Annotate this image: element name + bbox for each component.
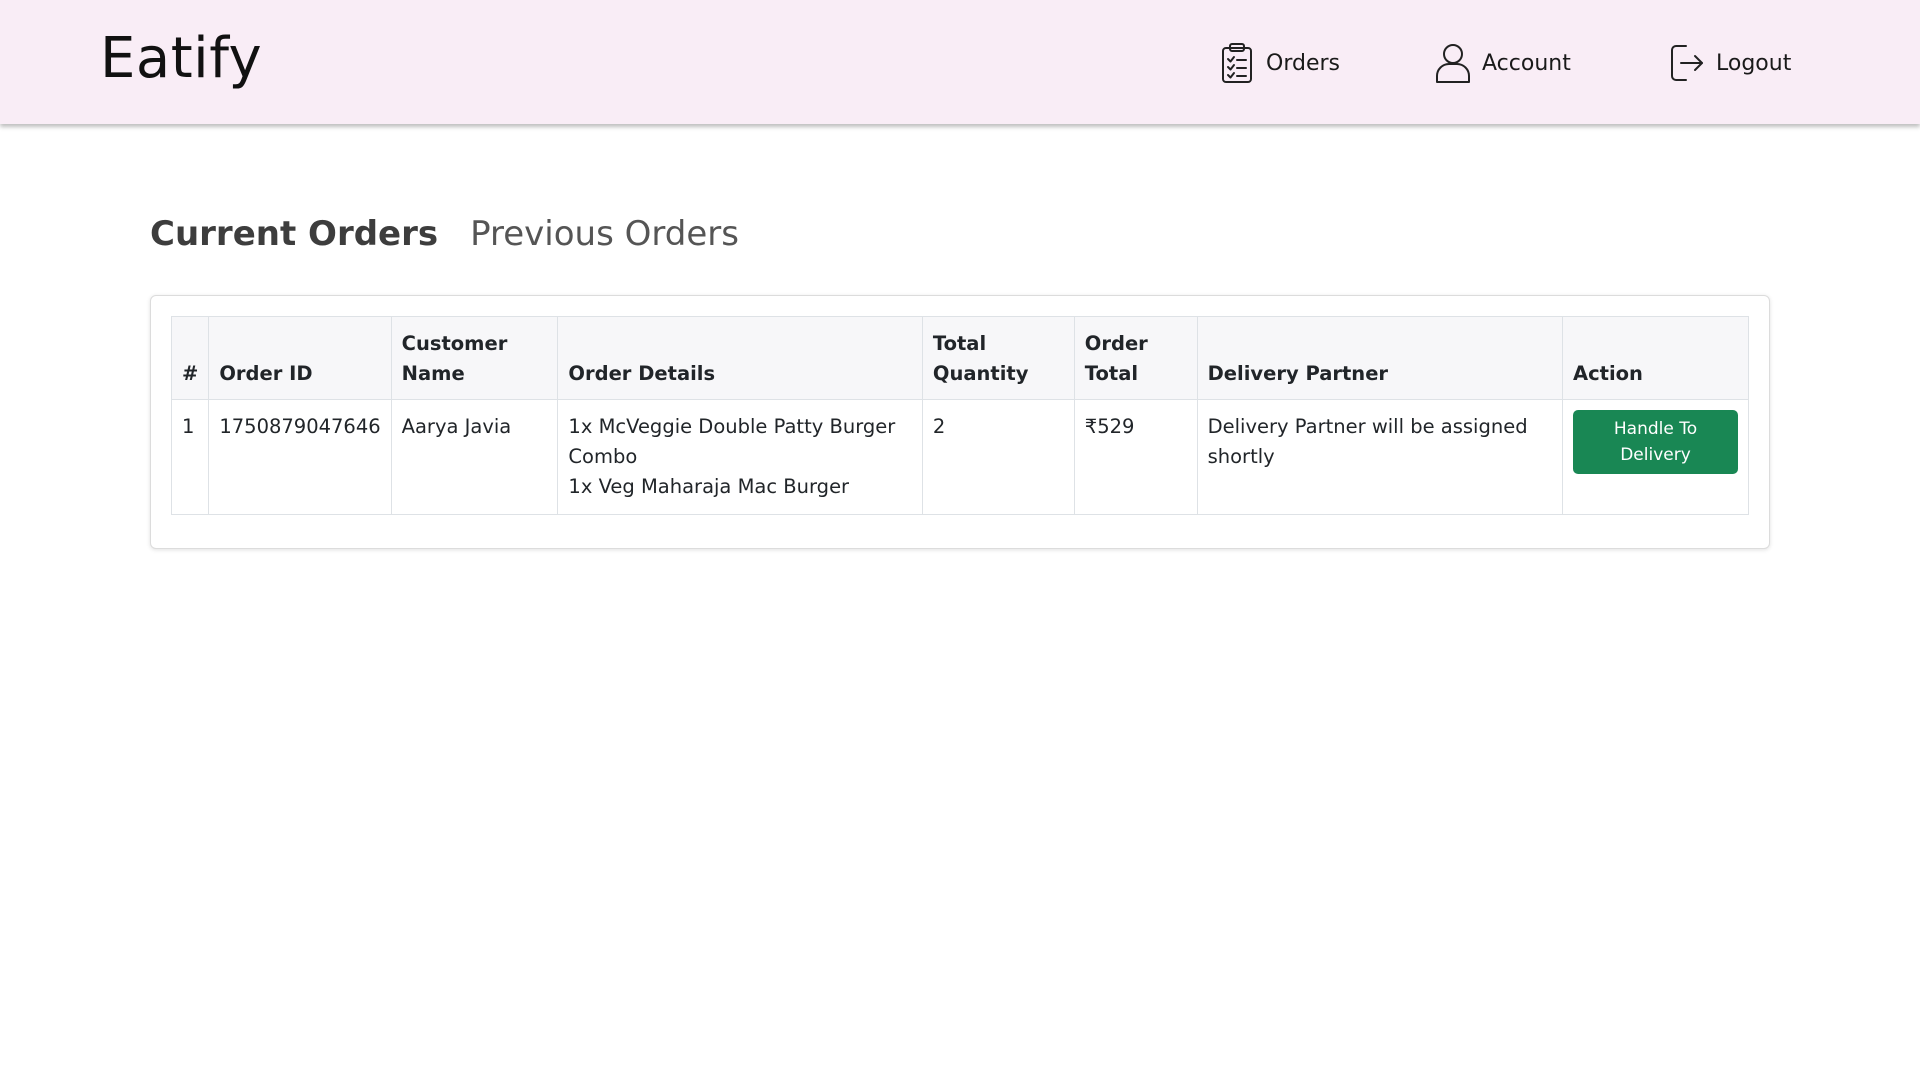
order-tabs: Current Orders Previous Orders (150, 214, 739, 254)
orders-table: # Order ID Customer Name Order Details T… (170, 316, 1749, 515)
logout-icon (1668, 42, 1706, 84)
header-order-total: Order Total (1073, 316, 1198, 400)
cell-action: Handle To Delivery (1562, 399, 1749, 515)
nav-orders-label: Orders (1266, 50, 1340, 76)
orders-card: # Order ID Customer Name Order Details T… (150, 295, 1770, 549)
cell-delivery-partner: Delivery Partner will be assigned shortl… (1196, 399, 1564, 515)
header-index: # (170, 316, 210, 400)
tab-current-orders[interactable]: Current Orders (150, 214, 438, 254)
cell-index: 1 (170, 399, 210, 515)
order-detail-item: 1x McVeggie Double Patty Burger Combo (568, 415, 896, 468)
nav-orders-link[interactable]: Orders (1218, 42, 1340, 84)
header-order-details: Order Details (557, 316, 923, 400)
header-customer-name: Customer Name (390, 316, 559, 400)
header-action: Action (1562, 316, 1749, 400)
nav-logout-label: Logout (1716, 50, 1792, 76)
nav-logout-link[interactable]: Logout (1668, 42, 1791, 84)
cell-total-quantity: 2 (921, 399, 1075, 515)
user-icon (1434, 42, 1472, 84)
brand-logo[interactable]: Eatify (100, 26, 262, 91)
navbar: Eatify Orders Account Logout (0, 0, 1920, 124)
table-row: 1 1750879047646 Aarya Javia 1x McVeggie … (170, 399, 1749, 515)
handle-to-delivery-button[interactable]: Handle To Delivery (1573, 410, 1738, 474)
nav-account-label: Account (1482, 50, 1571, 76)
table-header-row: # Order ID Customer Name Order Details T… (170, 316, 1749, 400)
clipboard-list-icon (1218, 42, 1256, 84)
nav-account-link[interactable]: Account (1434, 42, 1571, 84)
cell-customer-name: Aarya Javia (390, 399, 559, 515)
tab-previous-orders[interactable]: Previous Orders (470, 214, 739, 254)
cell-order-id: 1750879047646 (208, 399, 392, 515)
header-delivery-partner: Delivery Partner (1196, 316, 1564, 400)
header-total-quantity: Total Quantity (921, 316, 1075, 400)
header-order-id: Order ID (208, 316, 392, 400)
cell-order-total: ₹529 (1073, 399, 1198, 515)
cell-order-details: 1x McVeggie Double Patty Burger Combo 1x… (557, 399, 923, 515)
order-detail-item: 1x Veg Maharaja Mac Burger (568, 475, 850, 498)
